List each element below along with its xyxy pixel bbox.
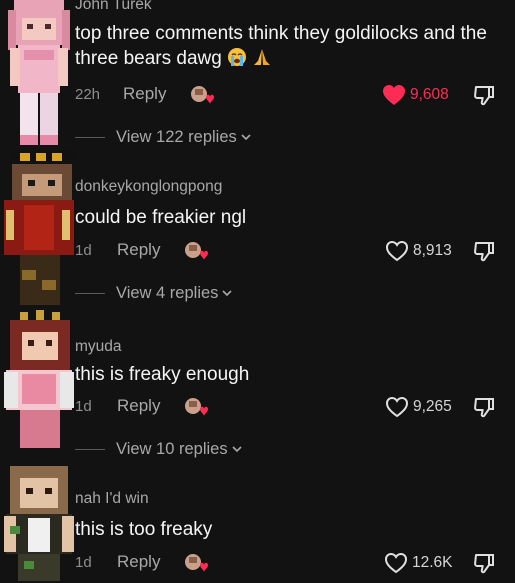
view-replies-label: View 122 replies: [116, 127, 237, 146]
avatar[interactable]: [0, 150, 78, 308]
view-replies-label: View 10 replies: [116, 439, 228, 458]
heart-icon: [383, 85, 405, 105]
comment-item: myuda this is freaky enough 1d Reply 9,2…: [0, 310, 515, 466]
divider-line: [75, 136, 105, 138]
comment-text-content: top three comments think they goldilocks…: [75, 23, 487, 69]
comment-item: donkeykonglongpong could be freakier ngl…: [0, 150, 515, 310]
like-button[interactable]: 12.6K: [384, 550, 453, 576]
comment-text: this is too freaky: [75, 519, 213, 540]
creator-liked-icon: [191, 86, 214, 104]
reply-button[interactable]: Reply: [117, 240, 160, 260]
creator-liked-icon: [185, 398, 208, 416]
comment-username[interactable]: myuda: [75, 338, 122, 356]
thumbs-down-icon[interactable]: [473, 551, 497, 575]
thumbs-down-icon[interactable]: [473, 239, 497, 263]
creator-liked-icon: [185, 554, 208, 572]
comment-username[interactable]: nah I'd win: [75, 490, 149, 508]
like-count: 9,608: [410, 86, 449, 103]
heart-outline-icon: [385, 240, 409, 262]
like-count: 12.6K: [412, 554, 453, 571]
comment-time: 1d: [75, 242, 92, 259]
comment-item: nah I'd win this is too freaky 1d Reply …: [0, 466, 515, 583]
comment-actions: 1d Reply 9,265: [75, 394, 505, 420]
reply-button[interactable]: Reply: [117, 396, 160, 416]
comment-username[interactable]: donkeykonglongpong: [75, 178, 222, 196]
like-button[interactable]: 9,265: [385, 394, 452, 420]
view-replies-button[interactable]: View 4 replies: [75, 282, 233, 304]
chevron-down-icon: [222, 290, 232, 297]
like-count: 9,265: [413, 398, 452, 415]
thumbs-down-icon[interactable]: [473, 83, 497, 107]
comment-time: 1d: [75, 554, 92, 571]
comment-text: top three comments think they goldilocks…: [75, 21, 505, 71]
comment-text: this is freaky enough: [75, 364, 250, 385]
heart-outline-icon: [384, 552, 408, 574]
loudly-crying-face-icon: [228, 48, 247, 66]
folded-hands-icon: [254, 49, 271, 65]
comment-username[interactable]: John Turek: [75, 0, 152, 14]
view-replies-label: View 4 replies: [116, 283, 219, 302]
comment-actions: 1d Reply 8,913: [75, 238, 505, 264]
heart-outline-icon: [385, 396, 409, 418]
chevron-down-icon: [232, 446, 242, 453]
chevron-down-icon: [241, 134, 251, 141]
comment-actions: 22h Reply 9,608: [75, 82, 505, 108]
thumbs-down-icon[interactable]: [473, 395, 497, 419]
like-button[interactable]: 9,608: [382, 82, 449, 108]
comment-text: could be freakier ngl: [75, 207, 247, 228]
divider-line: [75, 448, 105, 450]
view-replies-button[interactable]: View 122 replies: [75, 126, 252, 148]
comment-time: 1d: [75, 398, 92, 415]
comment-time: 22h: [75, 86, 101, 103]
like-button[interactable]: 8,913: [385, 238, 452, 264]
divider-line: [75, 292, 105, 294]
view-replies-button[interactable]: View 10 replies: [75, 438, 243, 460]
comment-item: John Turek top three comments think they…: [0, 0, 515, 150]
avatar[interactable]: [0, 466, 78, 581]
reply-button[interactable]: Reply: [123, 84, 166, 104]
comment-actions: 1d Reply 12.6K: [75, 550, 505, 576]
creator-liked-icon: [185, 242, 208, 260]
reply-button[interactable]: Reply: [117, 552, 160, 572]
avatar[interactable]: [0, 310, 78, 450]
like-count: 8,913: [413, 242, 452, 259]
avatar[interactable]: [0, 0, 78, 150]
